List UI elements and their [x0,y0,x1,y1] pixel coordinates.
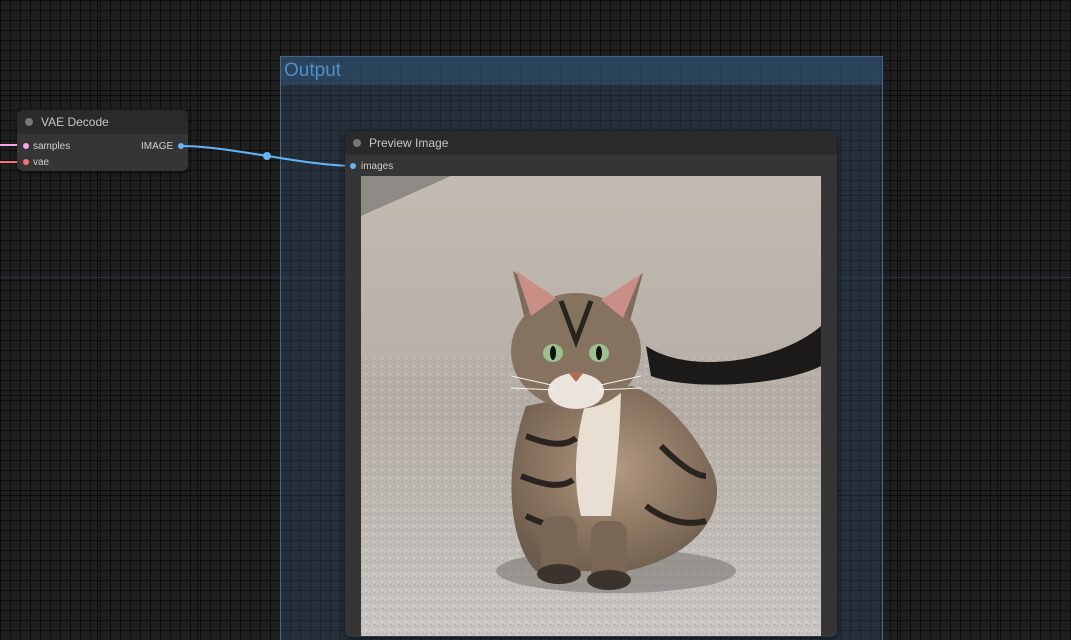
collapse-dot-icon[interactable] [353,139,361,147]
link-midpoint-dot[interactable] [263,152,271,160]
node-title-bar[interactable]: Preview Image [345,131,837,155]
vae-decode-node[interactable]: VAE Decode samples vae IMAGE [17,110,188,171]
grid-line [897,0,898,640]
graph-canvas[interactable]: Output VAE Decode samples vae IMAGE Prev… [0,0,1071,640]
image-output-slot[interactable] [178,143,184,149]
grid-line [197,0,198,640]
preview-image[interactable] [361,176,821,636]
image-output-label: IMAGE [141,141,174,152]
group-title: Output [284,60,342,81]
samples-input-label: samples [33,141,71,152]
node-title: Preview Image [369,136,449,150]
preview-image-node[interactable]: Preview Image images [345,131,837,637]
vae-input-slot[interactable] [23,159,29,165]
collapse-dot-icon[interactable] [25,118,33,126]
images-input-slot[interactable] [350,163,356,169]
samples-input-slot[interactable] [23,143,29,149]
images-input-label: images [361,161,394,172]
cat-photo-illustration [361,176,821,636]
vae-input-label: vae [33,157,50,168]
grid-line [97,0,98,640]
node-title-bar[interactable]: VAE Decode [17,110,188,134]
group-header[interactable]: Output [281,57,882,85]
grid-line [997,0,998,640]
node-title: VAE Decode [41,115,109,129]
